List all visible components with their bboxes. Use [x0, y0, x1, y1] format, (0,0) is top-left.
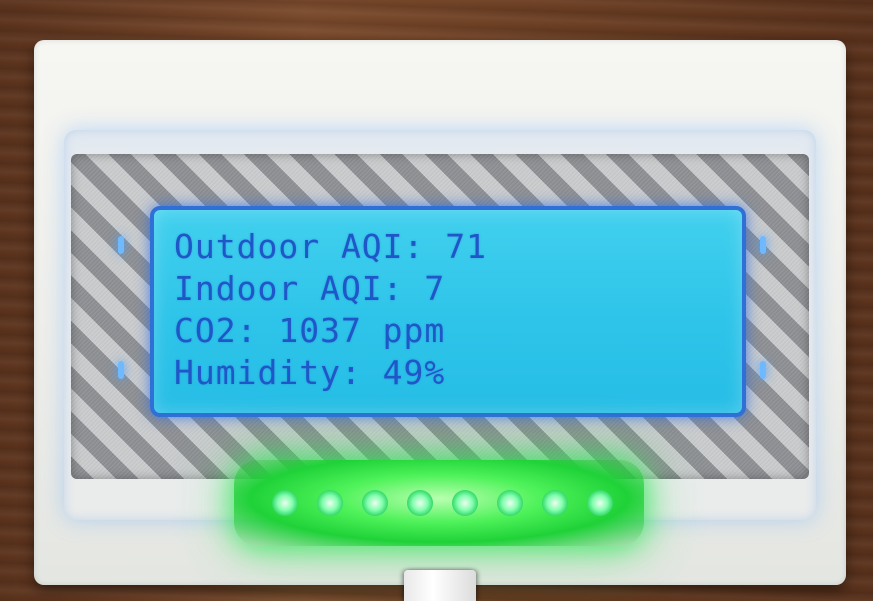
led-3 [362, 490, 388, 516]
right-lower-indicator-light [760, 361, 766, 379]
led-8 [587, 490, 613, 516]
humidity-line: Humidity: 49% [174, 353, 446, 392]
lcd-text-block: Outdoor AQI: 71 Indoor AQI: 7 CO2: 1037 … [174, 226, 487, 394]
led-1 [272, 490, 298, 516]
led-7 [542, 490, 568, 516]
green-led-strip [234, 460, 644, 546]
usb-cable [404, 570, 476, 601]
led-4 [407, 490, 433, 516]
outdoor-aqi-line: Outdoor AQI: 71 [174, 227, 488, 266]
co2-line: CO2: 1037 ppm [174, 311, 446, 350]
right-upper-indicator-light [760, 236, 766, 254]
left-lower-indicator-light [118, 361, 124, 379]
led-5 [452, 490, 478, 516]
led-6 [497, 490, 523, 516]
led-2 [317, 490, 343, 516]
device-enclosure: Outdoor AQI: 71 Indoor AQI: 7 CO2: 1037 … [34, 40, 846, 585]
indoor-aqi-line: Indoor AQI: 7 [174, 269, 446, 308]
left-upper-indicator-light [118, 236, 124, 254]
lcd-screen: Outdoor AQI: 71 Indoor AQI: 7 CO2: 1037 … [150, 206, 746, 417]
